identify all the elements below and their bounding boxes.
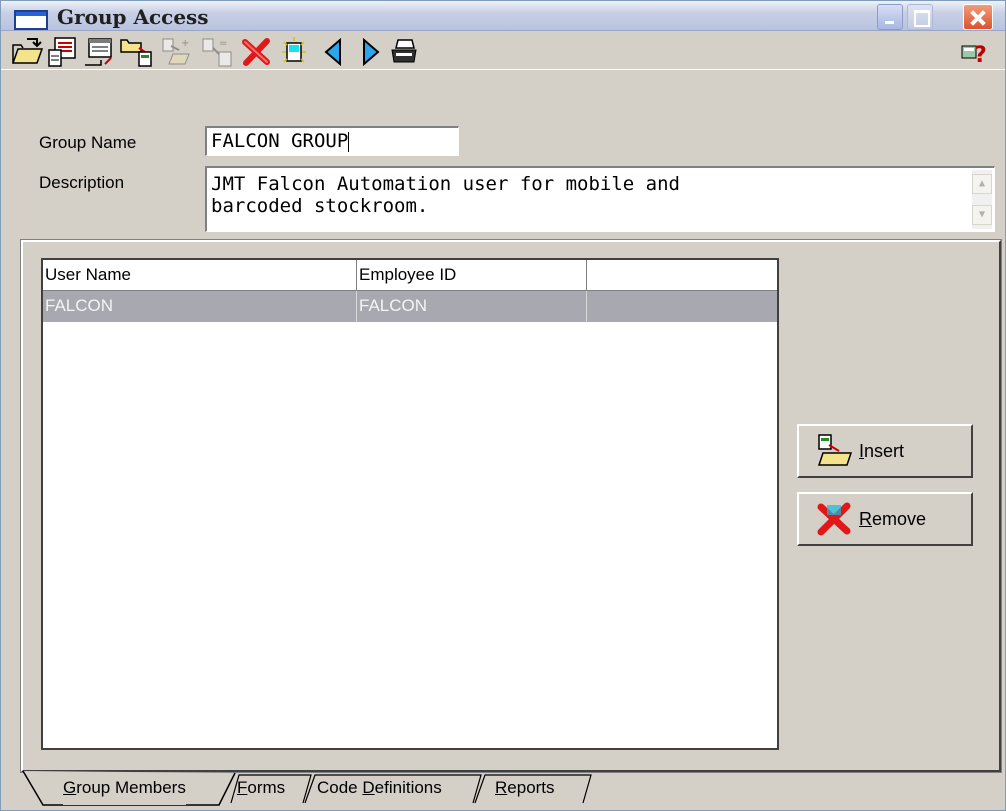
- title-bar[interactable]: Group Access: [1, 1, 1005, 31]
- description-value: JMT Falcon Automation user for mobile an…: [211, 173, 680, 217]
- remove-button[interactable]: Remove: [797, 492, 973, 546]
- tab-reports-mnemonic: R: [495, 778, 508, 797]
- print-icon[interactable]: [387, 36, 421, 68]
- tab-forms-label: orms: [247, 778, 286, 797]
- form-icon[interactable]: [45, 36, 79, 68]
- maximize-button[interactable]: [907, 4, 933, 30]
- svg-text:+: +: [181, 38, 189, 49]
- table-row[interactable]: FALCON FALCON: [43, 291, 777, 322]
- cell-extra: [587, 291, 777, 322]
- export-icon[interactable]: [81, 36, 117, 68]
- remove-label: emove: [872, 508, 927, 529]
- group-name-value: FALCON GROUP: [211, 130, 349, 152]
- app-window-icon: [14, 10, 48, 30]
- folder-copy-icon[interactable]: [119, 36, 155, 68]
- batch-insert-icon[interactable]: =: [199, 36, 235, 68]
- tab-forms[interactable]: Forms: [237, 773, 285, 805]
- help-icon[interactable]: ?: [959, 36, 993, 68]
- grid-header: User Name Employee ID: [43, 260, 777, 291]
- column-header-employee-id[interactable]: Employee ID: [357, 260, 587, 290]
- description-textarea[interactable]: JMT Falcon Automation user for mobile an…: [205, 166, 995, 232]
- tab-reports[interactable]: Reports: [495, 773, 555, 805]
- description-scrollbar[interactable]: ▲ ▼: [972, 170, 992, 229]
- toolbar: + = ?: [1, 32, 1005, 70]
- remove-icon: [817, 502, 851, 536]
- members-grid[interactable]: User Name Employee ID FALCON FALCON: [41, 258, 779, 750]
- scroll-up-icon[interactable]: ▲: [972, 174, 992, 194]
- remove-mnemonic: R: [859, 508, 872, 529]
- scroll-down-icon[interactable]: ▼: [972, 205, 992, 225]
- tab-forms-mnemonic: F: [237, 778, 248, 797]
- cell-user-name: FALCON: [43, 291, 357, 322]
- svg-text:=: =: [219, 38, 227, 49]
- group-name-label: Group Name: [39, 133, 137, 152]
- column-header-user-name[interactable]: User Name: [43, 260, 357, 290]
- tab-code-definitions-prefix: Code: [317, 778, 363, 797]
- description-label: Description: [39, 173, 125, 192]
- tab-group-members[interactable]: Group Members: [63, 773, 186, 805]
- svg-text:?: ?: [974, 43, 987, 68]
- insert-icon: [817, 434, 853, 466]
- open-icon[interactable]: [11, 36, 45, 68]
- close-button[interactable]: [963, 4, 993, 30]
- column-header-blank[interactable]: [587, 260, 778, 290]
- tab-code-definitions-mnemonic: D: [362, 778, 375, 797]
- group-name-input[interactable]: FALCON GROUP: [205, 126, 459, 156]
- previous-icon[interactable]: [317, 36, 351, 68]
- tab-reports-label: eports: [507, 778, 555, 797]
- delete-icon[interactable]: [239, 36, 273, 68]
- tab-group-members-label: roup Members: [76, 778, 186, 797]
- next-icon[interactable]: [353, 36, 387, 68]
- group-access-window: Group Access + = ? Group Name FALCON GRO…: [0, 0, 1006, 811]
- insert-button[interactable]: Insert: [797, 424, 973, 478]
- tab-code-definitions[interactable]: Code Definitions: [317, 773, 442, 805]
- add-record-icon[interactable]: +: [159, 36, 195, 68]
- insert-label: nsert: [864, 440, 905, 461]
- tab-code-definitions-label: efinitions: [374, 778, 442, 797]
- minimize-button[interactable]: [877, 4, 903, 30]
- new-record-icon[interactable]: [277, 36, 311, 68]
- tab-group-members-mnemonic: G: [63, 778, 77, 797]
- window-title: Group Access: [57, 5, 209, 29]
- cell-employee-id: FALCON: [357, 291, 587, 322]
